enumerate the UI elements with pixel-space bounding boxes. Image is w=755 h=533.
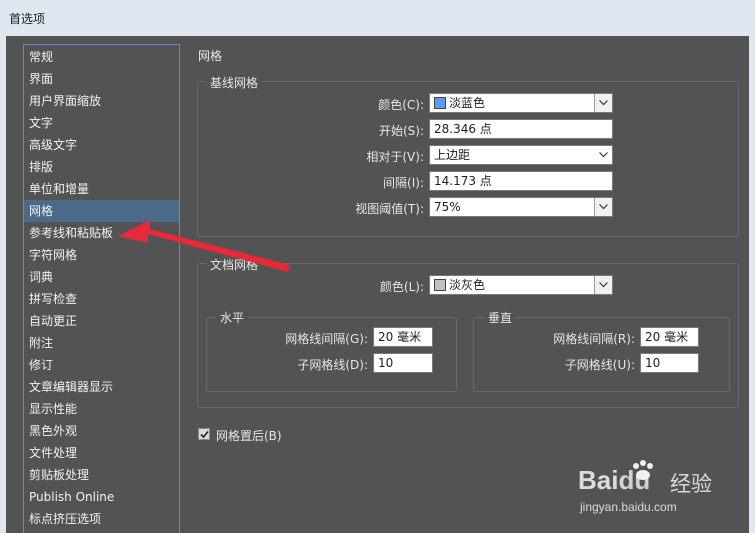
watermark-brand: Bai (578, 465, 619, 495)
annotation-arrow-icon (118, 220, 290, 272)
paw-icon (633, 460, 653, 480)
watermark: Baidu 经验 jingyan.baidu.com (578, 460, 748, 522)
arrow-shape (118, 220, 290, 272)
watermark-suffix: 经验 (670, 472, 712, 496)
watermark-url: jingyan.baidu.com (580, 500, 677, 514)
